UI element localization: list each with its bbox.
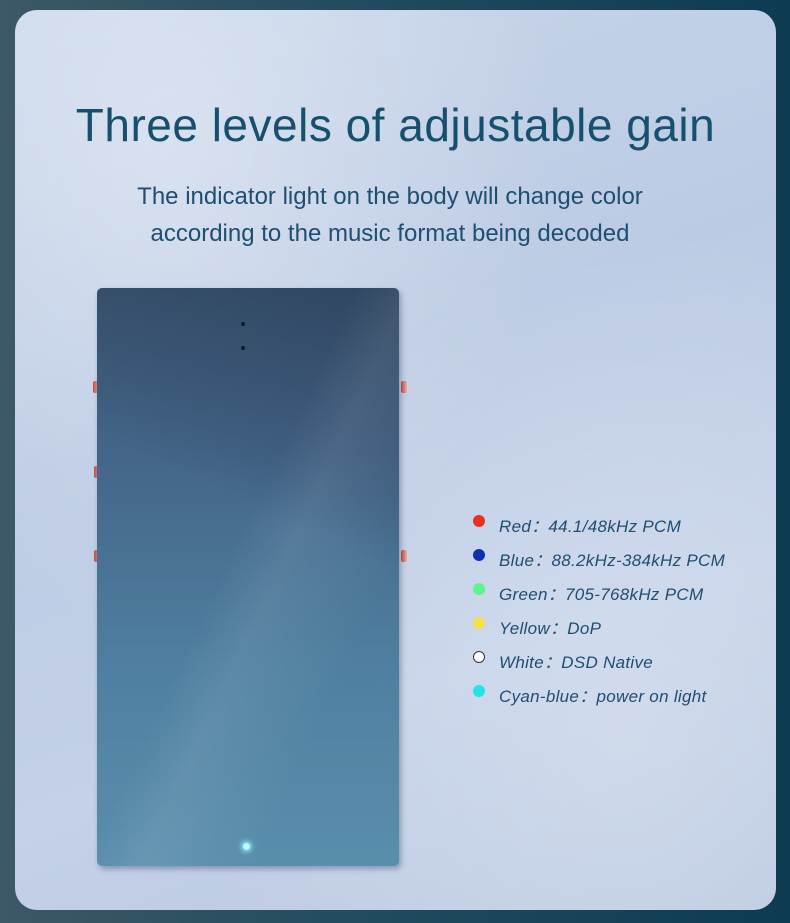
right-power-button bbox=[401, 381, 407, 393]
color-dot-icon bbox=[473, 617, 485, 629]
legend-label: Cyan-blue：power on light bbox=[499, 686, 707, 706]
page-title: Three levels of adjustable gain bbox=[75, 99, 716, 151]
feature-card: Three levels of adjustable gain The indi… bbox=[15, 10, 776, 910]
legend-item: White：DSD Native bbox=[473, 643, 773, 677]
subtitle-line-1: The indicator light on the body will cha… bbox=[137, 183, 643, 210]
device-body bbox=[97, 288, 399, 866]
legend-item: Green：705-768kHz PCM bbox=[473, 575, 773, 609]
legend-item: Red：44.1/48kHz PCM bbox=[473, 507, 773, 541]
legend-label: Red：44.1/48kHz PCM bbox=[499, 516, 682, 536]
right-switch-button bbox=[401, 550, 407, 562]
legend-label: Green：705-768kHz PCM bbox=[499, 584, 704, 604]
legend-item: Cyan-blue：power on light bbox=[473, 677, 773, 711]
device-image bbox=[91, 286, 411, 876]
mic-hole-icon bbox=[241, 322, 245, 326]
subtitle-line-2: according to the music format being deco… bbox=[150, 220, 630, 247]
legend-label: Yellow：DoP bbox=[499, 618, 602, 638]
legend-item: Yellow：DoP bbox=[473, 609, 773, 643]
color-dot-icon bbox=[473, 515, 485, 527]
legend-label: White：DSD Native bbox=[499, 652, 654, 672]
color-legend: Red：44.1/48kHz PCM Blue：88.2kHz-384kHz PC… bbox=[473, 507, 773, 711]
mic-hole-icon bbox=[241, 346, 245, 350]
indicator-led-icon bbox=[243, 843, 250, 850]
color-dot-icon bbox=[473, 651, 485, 663]
color-dot-icon bbox=[473, 549, 485, 561]
legend-label: Blue：88.2kHz-384kHz PCM bbox=[499, 550, 726, 570]
legend-item: Blue：88.2kHz-384kHz PCM bbox=[473, 541, 773, 575]
subtitle: The indicator light on the body will cha… bbox=[75, 178, 705, 252]
color-dot-icon bbox=[473, 583, 485, 595]
device-facet-highlight bbox=[97, 288, 399, 866]
color-dot-icon bbox=[473, 685, 485, 697]
